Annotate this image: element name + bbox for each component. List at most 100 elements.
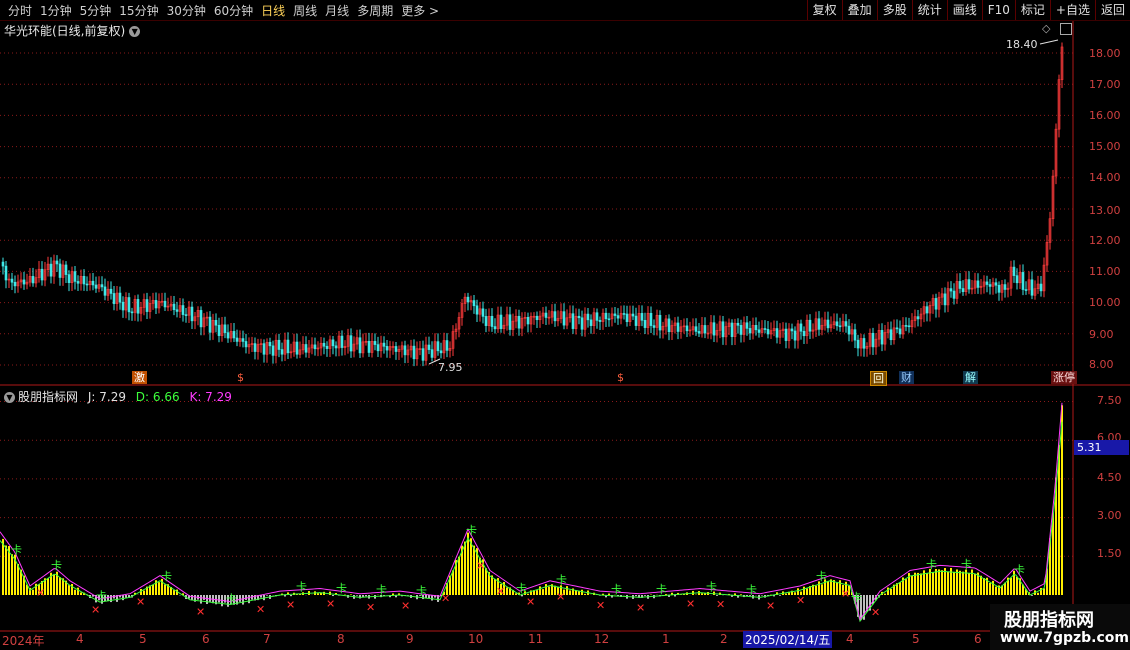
chevron-down-icon[interactable]: ▼: [4, 392, 15, 403]
tab-60min[interactable]: 60分钟: [210, 1, 257, 20]
candle-body: [94, 284, 98, 289]
candle-body: [55, 260, 59, 265]
candle-body: [163, 300, 167, 308]
candle-body: [340, 335, 344, 348]
event-tag-surge[interactable]: 激: [132, 371, 147, 384]
candle-body: [829, 324, 833, 329]
candle-body: [70, 271, 74, 283]
tab-more[interactable]: 更多 >: [397, 1, 443, 20]
tab-weekly[interactable]: 周线: [289, 1, 321, 20]
candle-body: [514, 315, 518, 322]
candle-body: [460, 303, 464, 318]
event-tag-unlock[interactable]: 解: [963, 371, 978, 384]
candle-body: [355, 337, 359, 345]
candle-body: [691, 326, 695, 331]
tab-daily[interactable]: 日线: [257, 1, 289, 20]
add-watchlist-button[interactable]: +自选: [1049, 0, 1095, 20]
sell-marker: ✕: [556, 591, 565, 604]
candle-body: [859, 338, 863, 349]
candle-body: [445, 340, 449, 351]
candle-body: [319, 342, 323, 349]
candle-body: [991, 282, 995, 287]
candle-body: [391, 346, 395, 348]
candle-body: [64, 264, 68, 275]
mark-button[interactable]: 标记: [1014, 0, 1050, 20]
candle-body: [727, 322, 731, 327]
tab-intraday[interactable]: 分时: [4, 1, 36, 20]
candle-body: [598, 320, 602, 322]
tab-1min[interactable]: 1分钟: [36, 1, 76, 20]
price-tick: 9.00: [1089, 328, 1114, 341]
candle-body: [790, 328, 794, 332]
candle-body: [142, 299, 146, 308]
candle-body: [775, 328, 779, 338]
candle-body: [919, 313, 923, 320]
sell-marker: ✕: [526, 596, 535, 609]
tab-multi-period[interactable]: 多周期: [353, 1, 397, 20]
overlay-button[interactable]: 叠加: [841, 0, 877, 20]
candle-body: [103, 286, 107, 296]
event-tag-finance[interactable]: 财: [899, 371, 914, 384]
candle-body: [469, 300, 473, 303]
candle-body: [283, 339, 287, 355]
candle-body: [61, 264, 65, 278]
candle-body: [13, 281, 17, 287]
buy-marker: 卡: [11, 543, 22, 556]
candle-body: [982, 281, 986, 287]
candle-body: [676, 322, 680, 332]
candle-body: [961, 288, 965, 293]
chevron-down-icon[interactable]: ▼: [129, 26, 141, 37]
event-tag-dollar[interactable]: $: [615, 371, 626, 384]
event-tag-limit-up[interactable]: 涨停: [1051, 371, 1077, 384]
panel-toggle-icon[interactable]: [1060, 23, 1072, 35]
sell-marker: ✕: [476, 560, 485, 573]
f10-button[interactable]: F10: [981, 0, 1015, 20]
adjust-button[interactable]: 复权: [806, 0, 842, 20]
candle-body: [169, 303, 173, 307]
tab-monthly[interactable]: 月线: [321, 1, 353, 20]
candle-body: [556, 318, 560, 322]
tab-15min[interactable]: 15分钟: [115, 1, 162, 20]
buy-marker: 卡: [336, 582, 347, 595]
tab-30min[interactable]: 30分钟: [163, 1, 210, 20]
back-button[interactable]: 返回: [1094, 0, 1130, 20]
candle-body: [934, 298, 938, 310]
candle-body: [613, 313, 617, 316]
tab-5min[interactable]: 5分钟: [76, 1, 116, 20]
candle-body: [550, 311, 554, 318]
candle-body: [307, 347, 311, 353]
statistics-button[interactable]: 统计: [911, 0, 947, 20]
candle-body: [1036, 283, 1040, 290]
date-label: 2: [720, 632, 728, 646]
buy-marker: 卡: [611, 583, 622, 596]
candle-body: [841, 321, 845, 327]
candle-body: [760, 328, 764, 333]
diamond-icon[interactable]: ◇: [1042, 22, 1050, 35]
sell-marker: ✕: [286, 598, 295, 611]
candle-body: [835, 321, 839, 327]
multi-stock-button[interactable]: 多股: [876, 0, 912, 20]
candle-body: [670, 325, 674, 333]
candle-body: [328, 339, 332, 349]
candle-body: [688, 329, 692, 332]
date-label: 10: [468, 632, 484, 646]
candle-body: [274, 339, 278, 356]
date-label: 6: [974, 632, 982, 646]
candle-body: [871, 332, 875, 348]
event-tag-return[interactable]: 回: [870, 371, 887, 386]
candle-body: [649, 312, 653, 326]
candle-body: [1033, 288, 1037, 296]
candle-body: [256, 344, 260, 352]
buy-marker: 卡: [296, 581, 307, 594]
indicator-axis: 7.50 6.00 4.50 3.00 1.50 5.31: [1073, 386, 1130, 631]
d-line: [0, 421, 1063, 623]
candle-body: [334, 345, 338, 349]
draw-line-button[interactable]: 画线: [946, 0, 982, 20]
event-tag-dollar[interactable]: $: [235, 371, 246, 384]
date-label: 2024年: [2, 634, 45, 648]
candle-body: [214, 320, 218, 326]
candle-body: [631, 313, 635, 317]
candle-body: [304, 344, 308, 353]
price-tick: 17.00: [1089, 78, 1121, 91]
candle-body: [667, 318, 671, 333]
